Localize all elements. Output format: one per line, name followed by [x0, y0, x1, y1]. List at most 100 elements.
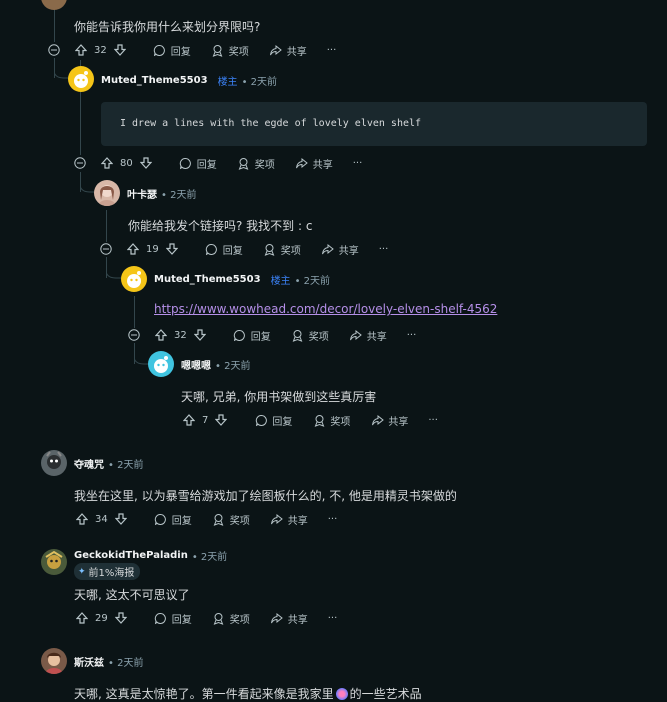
comment-icon [154, 512, 168, 526]
share-button[interactable]: 共享 [270, 611, 308, 626]
comment-text: 你能给我发个链接吗? 我找不到 : c [128, 219, 313, 233]
share-icon [269, 43, 283, 57]
downvote-icon[interactable] [214, 413, 228, 427]
vote-group: 29 [75, 611, 128, 625]
collapse-icon[interactable] [48, 44, 60, 56]
more-button[interactable]: ··· [379, 244, 389, 255]
reply-button[interactable]: 回复 [254, 413, 292, 428]
share-button[interactable]: 共享 [370, 413, 408, 428]
comment-actions: 29 回复 奖项 共享 ··· [75, 610, 357, 626]
vote-count: 32 [94, 44, 107, 56]
more-button[interactable]: ··· [328, 514, 338, 525]
reply-button[interactable]: 回复 [154, 512, 192, 527]
share-button[interactable]: 共享 [321, 242, 359, 257]
avatar[interactable] [41, 648, 67, 674]
op-badge: 楼主 [270, 276, 291, 287]
vote-count: 29 [95, 612, 108, 624]
avatar[interactable] [94, 180, 120, 206]
comment-actions: 7 回复 奖项 共享 ··· [182, 412, 458, 428]
collapse-icon[interactable] [100, 243, 112, 255]
more-button[interactable]: ··· [327, 45, 337, 56]
award-button[interactable]: 奖项 [291, 328, 329, 343]
reply-label: 回复 [222, 245, 243, 257]
user-flair: ✦ 前1%海报 [74, 563, 141, 580]
more-icon: ··· [378, 243, 389, 255]
comment-actions: 32 回复 奖项 共享 ··· [48, 42, 356, 58]
avatar[interactable] [41, 549, 67, 575]
award-button[interactable]: 奖项 [237, 156, 275, 171]
downvote-icon[interactable] [165, 242, 179, 256]
share-label: 共享 [286, 46, 307, 58]
upvote-icon[interactable] [126, 242, 140, 256]
reply-label: 回复 [196, 159, 217, 171]
username[interactable]: 嗯嗯嗯 [181, 357, 211, 372]
username[interactable]: Muted_Theme5503 [154, 274, 261, 285]
collapse-icon[interactable] [128, 329, 140, 341]
reply-button[interactable]: 回复 [233, 328, 271, 343]
downvote-icon[interactable] [193, 328, 207, 342]
reply-button[interactable]: 回复 [154, 611, 192, 626]
username[interactable]: GeckokidThePaladin [74, 550, 188, 561]
timestamp[interactable]: • 2天前 [108, 654, 143, 669]
award-label: 奖项 [228, 46, 249, 58]
upvote-icon[interactable] [100, 156, 114, 170]
downvote-icon[interactable] [114, 512, 128, 526]
award-button[interactable]: 奖项 [211, 43, 249, 58]
avatar[interactable] [68, 66, 94, 92]
timestamp[interactable]: • 2天前 [242, 73, 277, 88]
avatar[interactable] [41, 450, 67, 476]
timestamp[interactable]: • 2天前 [215, 357, 250, 372]
share-icon [270, 512, 284, 526]
award-button[interactable]: 奖项 [212, 611, 250, 626]
avatar[interactable] [148, 351, 174, 377]
username[interactable]: 斯沃兹 [74, 654, 104, 669]
username[interactable]: 叶卡瑟 [127, 186, 157, 201]
reply-button[interactable]: 回复 [205, 242, 243, 257]
downvote-icon[interactable] [114, 611, 128, 625]
comment-icon [179, 156, 193, 170]
upvote-icon[interactable] [154, 328, 168, 342]
upvote-icon[interactable] [75, 512, 89, 526]
code-block: I drew a lines with the egde of lovely e… [101, 102, 647, 146]
timestamp[interactable]: • 2天前 [108, 456, 143, 471]
upvote-icon[interactable] [75, 611, 89, 625]
reply-button[interactable]: 回复 [179, 156, 217, 171]
upvote-icon[interactable] [182, 413, 196, 427]
share-button[interactable]: 共享 [270, 512, 308, 527]
share-button[interactable]: 共享 [349, 328, 387, 343]
award-button[interactable]: 奖项 [212, 512, 250, 527]
avatar[interactable] [41, 0, 67, 10]
more-button[interactable]: ··· [353, 158, 363, 169]
award-button[interactable]: 奖项 [312, 413, 350, 428]
award-icon [212, 611, 226, 625]
upvote-icon[interactable] [74, 43, 88, 57]
timestamp[interactable]: • 2天前 [161, 186, 196, 201]
comment-icon [153, 43, 167, 57]
share-label: 共享 [287, 515, 308, 527]
comment-text: 天哪, 这真是太惊艳了。第一件看起来像是我家里 的一些艺术品 [74, 685, 422, 702]
share-icon [270, 611, 284, 625]
award-button[interactable]: 奖项 [263, 242, 301, 257]
share-button[interactable]: 共享 [295, 156, 333, 171]
downvote-icon[interactable] [139, 156, 153, 170]
timestamp[interactable]: • 2天前 [192, 548, 227, 563]
wowhead-link[interactable]: https://www.wowhead.com/decor/lovely-elv… [154, 302, 497, 316]
share-icon [349, 328, 363, 342]
more-button[interactable]: ··· [328, 613, 338, 624]
more-icon: ··· [428, 414, 438, 426]
username[interactable]: 夺魂咒 [74, 456, 104, 471]
more-icon: ··· [352, 157, 363, 169]
more-button[interactable]: ··· [428, 415, 438, 426]
avatar[interactable] [121, 266, 147, 292]
reply-button[interactable]: 回复 [153, 43, 191, 58]
comment-header: 夺魂咒 • 2天前 [74, 456, 143, 471]
timestamp[interactable]: • 2天前 [295, 272, 330, 287]
share-button[interactable]: 共享 [269, 43, 307, 58]
downvote-icon[interactable] [113, 43, 127, 57]
comment-header: 嗯嗯嗯 • 2天前 [181, 357, 250, 372]
collapse-icon[interactable] [74, 157, 86, 169]
more-button[interactable]: ··· [407, 330, 417, 341]
comment-icon [233, 328, 247, 342]
award-icon [237, 156, 251, 170]
username[interactable]: Muted_Theme5503 [101, 75, 208, 86]
